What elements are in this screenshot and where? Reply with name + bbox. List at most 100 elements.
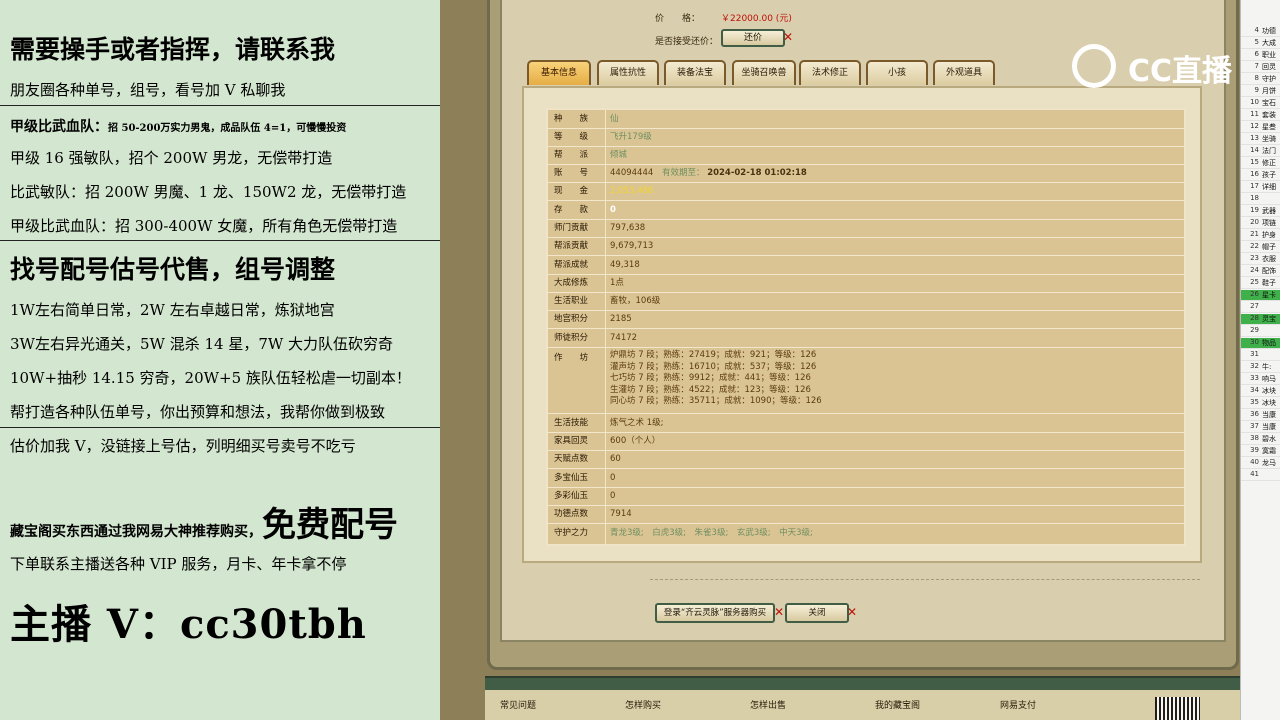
sheet-cell[interactable]: 功德 (1262, 26, 1276, 36)
sheet-row[interactable]: 19 武器 (1241, 206, 1280, 217)
sheet-cell[interactable]: 孩子 (1262, 170, 1276, 180)
sheet-cell[interactable]: 冰块 (1262, 398, 1276, 408)
sheet-cell[interactable]: 护身 (1262, 230, 1276, 240)
sheet-cell[interactable]: 龙马 (1262, 458, 1276, 468)
sheet-row[interactable]: 22 帽子 (1241, 242, 1280, 253)
sheet-row[interactable]: 20 项链 (1241, 218, 1280, 229)
sheet-row-number: 29 (1250, 326, 1259, 334)
sheet-row-number: 13 (1250, 134, 1259, 142)
sheet-cell[interactable]: 大成 (1262, 38, 1276, 48)
close-icon[interactable]: ✕ (774, 605, 784, 619)
row-label: 师门贡献 (548, 220, 606, 237)
sheet-row[interactable]: 16 孩子 (1241, 170, 1280, 181)
table-row: 大成修炼 1点 (548, 275, 1184, 293)
sheet-cell[interactable]: 响马 (1262, 374, 1276, 384)
sheet-row[interactable]: 35 冰块 (1241, 398, 1280, 409)
footer-link-netease-pay[interactable]: 网易支付 (1000, 698, 1036, 711)
sheet-row[interactable]: 38 碧水 (1241, 434, 1280, 445)
sheet-row[interactable]: 7 回灵 (1241, 62, 1280, 73)
sheet-cell[interactable]: 回灵 (1262, 62, 1276, 72)
sheet-cell[interactable]: 鞋子 (1262, 278, 1276, 288)
sheet-row[interactable]: 11 套装 (1241, 110, 1280, 121)
sheet-cell[interactable]: 修正 (1262, 158, 1276, 168)
sheet-row[interactable]: 32 牛: (1241, 362, 1280, 373)
footer-link-how-to-buy[interactable]: 怎样购买 (625, 698, 661, 711)
footer-link-how-to-sell[interactable]: 怎样出售 (750, 698, 786, 711)
sheet-cell[interactable]: 配饰 (1262, 266, 1276, 276)
panel-line-5: 甲级比武血队：招 300-400W 女魔，所有角色无偿带打造 (10, 217, 398, 235)
sheet-row[interactable]: 4 功德 (1241, 26, 1280, 37)
sheet-row[interactable]: 30 物品 (1241, 338, 1280, 349)
tab-attributes[interactable]: 属性抗性 (597, 60, 659, 85)
sheet-cell[interactable]: 星叁 (1262, 122, 1276, 132)
sheet-cell[interactable]: 冰块 (1262, 386, 1276, 396)
sheet-row[interactable]: 15 修正 (1241, 158, 1280, 169)
sheet-cell[interactable]: 碧水 (1262, 434, 1276, 444)
sheet-row[interactable]: 41 (1241, 470, 1280, 481)
tab-spell-mods[interactable]: 法术修正 (799, 60, 861, 85)
sheet-cell[interactable]: 月饼 (1262, 86, 1276, 96)
row-label: 多彩仙玉 (548, 488, 606, 505)
sheet-row[interactable]: 24 配饰 (1241, 266, 1280, 277)
sheet-row[interactable]: 39 寞霜 (1241, 446, 1280, 457)
sheet-row[interactable]: 36 当康 (1241, 410, 1280, 421)
cc-live-logo-icon (1072, 44, 1116, 88)
sheet-cell[interactable]: 衣服 (1262, 254, 1276, 264)
sheet-row[interactable]: 37 当康 (1241, 422, 1280, 433)
tab-basic-info[interactable]: 基本信息 (527, 60, 591, 85)
sheet-cell[interactable]: 星卡 (1262, 290, 1276, 300)
sheet-row[interactable]: 34 冰块 (1241, 386, 1280, 397)
sheet-cell[interactable]: 灵宝 (1262, 314, 1276, 324)
sheet-row[interactable]: 23 衣服 (1241, 254, 1280, 265)
footer-link-my-treasure[interactable]: 我的藏宝阁 (875, 698, 920, 711)
sheet-cell[interactable]: 当康 (1262, 422, 1276, 432)
sheet-cell[interactable]: 职业 (1262, 50, 1276, 60)
sheet-cell[interactable]: 项链 (1262, 218, 1276, 228)
sheet-row-number: 36 (1250, 410, 1259, 418)
row-value: 600（个人） (610, 436, 661, 446)
tab-appearance[interactable]: 外观道具 (933, 60, 995, 85)
sheet-row[interactable]: 21 护身 (1241, 230, 1280, 241)
sheet-cell[interactable]: 宝石 (1262, 98, 1276, 108)
row-label: 作 坊 (548, 348, 606, 413)
sheet-row[interactable]: 33 响马 (1241, 374, 1280, 385)
sheet-row[interactable]: 13 坐骑 (1241, 134, 1280, 145)
sheet-row[interactable]: 27 (1241, 302, 1280, 313)
close-icon[interactable]: ✕ (847, 605, 857, 619)
sheet-cell[interactable]: 坐骑 (1262, 134, 1276, 144)
sheet-row[interactable]: 12 星叁 (1241, 122, 1280, 133)
sheet-row[interactable]: 17 详细 (1241, 182, 1280, 193)
sheet-row[interactable]: 28 灵宝 (1241, 314, 1280, 325)
sheet-cell[interactable]: 武器 (1262, 206, 1276, 216)
sheet-row[interactable]: 25 鞋子 (1241, 278, 1280, 289)
sheet-cell[interactable]: 牛: (1262, 362, 1271, 372)
close-button[interactable]: 关闭 (785, 603, 849, 623)
tab-equipment[interactable]: 装备法宝 (664, 60, 726, 85)
sheet-row[interactable]: 5 大成 (1241, 38, 1280, 49)
sheet-row[interactable]: 31 (1241, 350, 1280, 361)
sheet-cell[interactable]: 寞霜 (1262, 446, 1276, 456)
sheet-cell[interactable]: 详细 (1262, 182, 1276, 192)
tab-children[interactable]: 小孩 (866, 60, 928, 85)
sheet-row[interactable]: 6 职业 (1241, 50, 1280, 61)
sheet-cell[interactable]: 法门 (1262, 146, 1276, 156)
row-label: 生活职业 (548, 293, 606, 310)
counter-offer-button[interactable]: 还价 (721, 29, 785, 47)
sheet-cell[interactable]: 帽子 (1262, 242, 1276, 252)
sheet-row[interactable]: 10 宝石 (1241, 98, 1280, 109)
sheet-row[interactable]: 40 龙马 (1241, 458, 1280, 469)
sheet-row[interactable]: 14 法门 (1241, 146, 1280, 157)
login-server-buy-button[interactable]: 登录“齐云灵脉”服务器购买 (655, 603, 775, 623)
tab-mounts-pets[interactable]: 坐骑召唤兽 (732, 60, 796, 85)
footer-link-faq[interactable]: 常见问题 (500, 698, 536, 711)
sheet-row[interactable]: 9 月饼 (1241, 86, 1280, 97)
sheet-cell[interactable]: 守护 (1262, 74, 1276, 84)
close-icon[interactable]: ✕ (783, 30, 793, 44)
sheet-cell[interactable]: 物品 (1262, 338, 1276, 348)
sheet-cell[interactable]: 当康 (1262, 410, 1276, 420)
sheet-row[interactable]: 29 (1241, 326, 1280, 337)
sheet-row[interactable]: 18 (1241, 194, 1280, 205)
sheet-cell[interactable]: 套装 (1262, 110, 1276, 120)
sheet-row[interactable]: 26 星卡 (1241, 290, 1280, 301)
sheet-row[interactable]: 8 守护 (1241, 74, 1280, 85)
